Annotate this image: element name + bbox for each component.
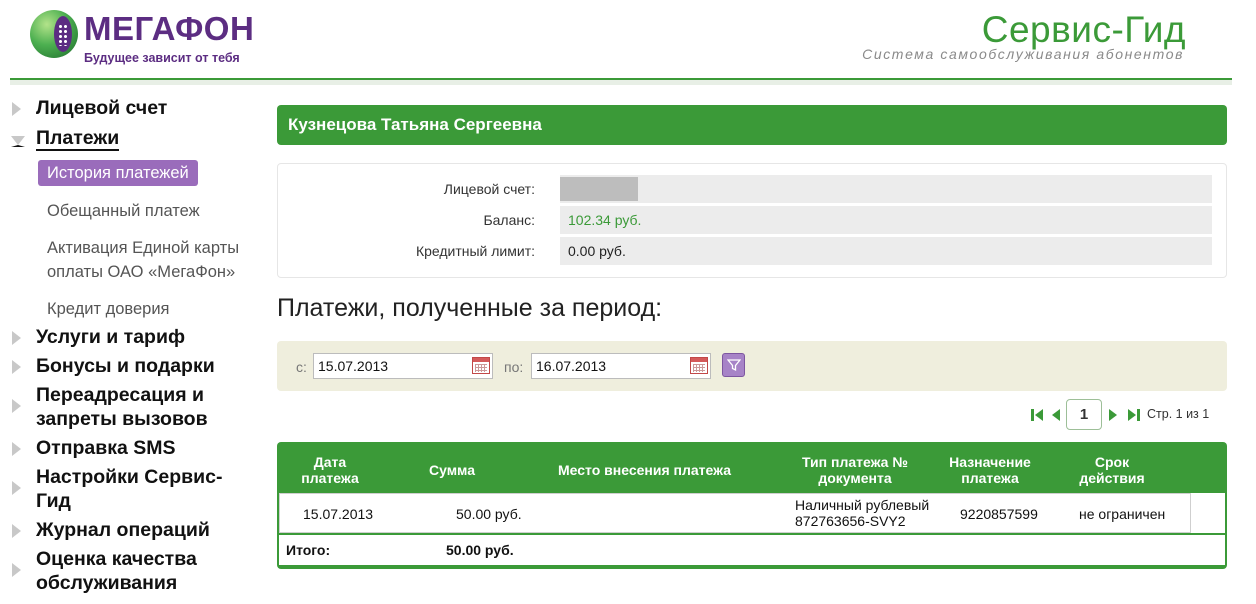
sidebar-item-label: Лицевой счет — [36, 97, 168, 119]
credit-limit-label: Кредитный лимит: — [415, 243, 535, 259]
cell-amount: 50.00 руб. — [456, 506, 522, 522]
sidebar-item-label: Отправка SMS — [36, 437, 176, 459]
sidebar-nav: Лицевой счет Платежи История платежей Об… — [0, 92, 262, 595]
from-date-input[interactable]: 15.07.2013 — [313, 353, 493, 379]
sidebar-item-label: Настройки Сервис-Гид — [36, 466, 223, 512]
from-date-value: 15.07.2013 — [318, 358, 389, 374]
cell-date: 15.07.2013 — [303, 506, 374, 522]
megafon-logo-icon[interactable] — [30, 10, 78, 58]
to-date-value: 16.07.2013 — [536, 358, 607, 374]
page-header: МегаФон Будущее зависит от тебя Сервис-Г… — [0, 0, 1256, 88]
sidebar-item-label: Оценка качества обслуживания — [36, 548, 197, 594]
date-filter-panel: с: 15.07.2013 по: 16.07.2013 — [277, 341, 1227, 391]
cell-validity: не ограничен — [1079, 506, 1166, 522]
header-divider-shadow — [10, 80, 1232, 85]
credit-limit-value: 0.00 руб. — [560, 237, 1212, 265]
table-header: Дата платежа Сумма Место внесения платеж… — [277, 442, 1227, 492]
pagination: 1 Стр. 1 из 1 — [1031, 399, 1221, 431]
next-page-icon[interactable] — [1108, 408, 1118, 422]
user-name-bar: Кузнецова Татьяна Сергеевна — [277, 105, 1227, 145]
column-header-validity[interactable]: Срок действия — [1062, 454, 1162, 486]
collapsed-arrow-icon — [12, 331, 21, 345]
from-date-label: с: — [296, 359, 307, 375]
sidebar-subitem-card-activation[interactable]: Активация Единой карты оплаты ОАО «МегаФ… — [38, 236, 268, 284]
first-page-icon[interactable] — [1031, 408, 1044, 422]
current-page-box[interactable]: 1 — [1066, 399, 1102, 430]
balance-value: 102.34 руб. — [560, 206, 1212, 234]
last-page-icon[interactable] — [1127, 408, 1140, 422]
payments-table: Дата платежа Сумма Место внесения платеж… — [277, 442, 1227, 569]
column-header-amount[interactable]: Сумма — [417, 462, 487, 478]
collapsed-arrow-icon — [12, 102, 21, 116]
masked-account-number — [560, 177, 638, 201]
sidebar-item-label: Журнал операций — [36, 519, 210, 541]
sidebar-item-label: Переадресация и запреты вызовов — [36, 384, 208, 430]
calendar-icon[interactable] — [690, 357, 708, 374]
collapsed-arrow-icon — [12, 399, 21, 413]
sidebar-item-send-sms[interactable]: Отправка SMS — [0, 436, 262, 460]
collapsed-arrow-icon — [12, 524, 21, 538]
table-row-border — [279, 493, 1191, 533]
sidebar-item-bonuses[interactable]: Бонусы и подарки — [0, 354, 262, 378]
collapsed-arrow-icon — [12, 481, 21, 495]
column-header-type[interactable]: Тип платежа № документа — [785, 454, 925, 486]
account-info-panel: Лицевой счет: Баланс: 102.34 руб. Кредит… — [277, 163, 1227, 278]
filter-apply-button[interactable] — [722, 353, 745, 377]
account-number-value — [560, 175, 1212, 203]
balance-label: Баланс: — [483, 212, 535, 228]
sidebar-item-quality-rating[interactable]: Оценка качества обслуживания — [0, 547, 220, 595]
sidebar-item-label: Платежи — [36, 127, 120, 151]
credit-limit-row: Кредитный лимит: 0.00 руб. — [278, 237, 1212, 265]
account-row: Лицевой счет: — [278, 175, 1212, 203]
collapsed-arrow-icon — [12, 360, 21, 374]
to-date-label: по: — [504, 359, 524, 375]
page-count-text: Стр. 1 из 1 — [1147, 407, 1210, 421]
balance-row: Баланс: 102.34 руб. — [278, 206, 1212, 234]
funnel-icon — [726, 359, 741, 372]
logo-text[interactable]: МегаФон — [84, 10, 254, 48]
total-amount: 50.00 руб. — [446, 542, 514, 558]
sidebar-item-payments[interactable]: Платежи — [0, 126, 262, 151]
expanded-arrow-icon — [11, 136, 25, 147]
sidebar-subitem-promised-payment[interactable]: Обещанный платеж — [38, 199, 262, 223]
sidebar-item-services[interactable]: Услуги и тариф — [0, 325, 262, 349]
sidebar-item-account[interactable]: Лицевой счет — [0, 96, 262, 120]
calendar-icon[interactable] — [472, 357, 490, 374]
table-row[interactable]: 15.07.2013 50.00 руб. Наличный рублевый … — [279, 493, 1225, 533]
account-number-label: Лицевой счет: — [443, 181, 535, 197]
sidebar-subitem-payment-history[interactable]: История платежей — [38, 160, 198, 186]
prev-page-icon[interactable] — [1051, 408, 1061, 422]
table-total-row: Итого: 50.00 руб. — [279, 535, 1225, 565]
sidebar-item-label: Услуги и тариф — [36, 326, 186, 348]
cell-purpose: 9220857599 — [960, 506, 1038, 522]
cell-payment-type: Наличный рублевый 872763656-SVY2 — [795, 497, 930, 529]
service-subtitle: Система самообслуживания абонентов — [862, 46, 1184, 62]
column-header-date[interactable]: Дата платежа — [295, 454, 365, 486]
column-header-purpose[interactable]: Назначение платежа — [937, 454, 1043, 486]
sidebar-subitem-trust-credit[interactable]: Кредит доверия — [38, 297, 262, 321]
to-date-input[interactable]: 16.07.2013 — [531, 353, 711, 379]
collapsed-arrow-icon — [12, 563, 21, 577]
sidebar-item-forwarding[interactable]: Переадресация и запреты вызовов — [0, 383, 230, 431]
payments-period-title: Платежи, полученные за период: — [277, 294, 663, 322]
total-label: Итого: — [286, 542, 331, 558]
logo-slogan: Будущее зависит от тебя — [84, 51, 240, 65]
sidebar-item-settings[interactable]: Настройки Сервис-Гид — [0, 465, 240, 513]
column-header-place[interactable]: Место внесения платежа — [542, 462, 747, 478]
collapsed-arrow-icon — [12, 442, 21, 456]
sidebar-item-operations-log[interactable]: Журнал операций — [0, 518, 262, 542]
sidebar-item-label: Бонусы и подарки — [36, 355, 215, 377]
